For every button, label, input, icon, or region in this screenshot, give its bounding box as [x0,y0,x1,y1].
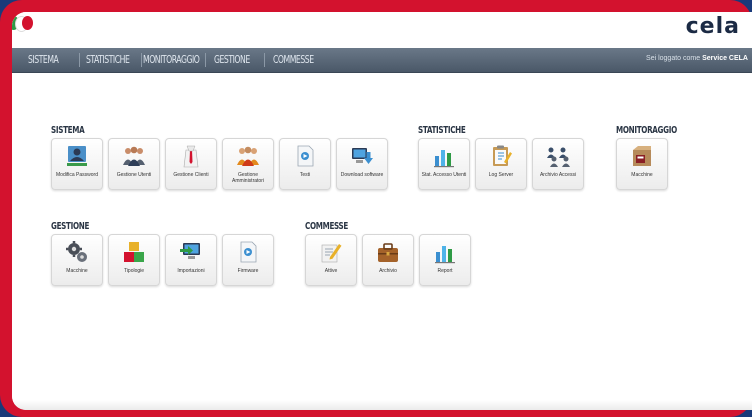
section-title-gestione: GESTIONE [51,221,90,232]
logged-user: Sei loggato come Service CELA [646,55,748,62]
text-document-icon [297,145,314,167]
tile-gestione-amministratori[interactable]: Gestione Amministratori [222,138,274,190]
tile-label: Firmware [237,268,259,274]
report-chart-icon [435,246,455,264]
logged-user-prefix: Sei loggato come [646,55,703,62]
tile-label: Importazioni [177,268,205,274]
section-title-commesse: COMMESSE [305,221,349,232]
main-navbar: SISTEMA STATISTICHE MONITORAGGIO GESTION… [12,48,752,73]
machine-box-icon [633,146,651,166]
tile-report[interactable]: Report [419,234,471,286]
nav-statistiche[interactable]: STATISTICHE [86,53,130,66]
admins-icon [237,146,259,166]
tile-firmware[interactable]: Firmware [222,234,274,286]
tile-label: Attive [324,268,338,274]
tile-label: Tipologie [123,268,145,274]
briefcase-icon [378,243,398,262]
top-header: cela [12,12,752,48]
logged-user-name: Service CELA [702,55,748,62]
app-screen: cela SISTEMA STATISTICHE MONITORAGGIO GE… [12,12,752,410]
nav-separator [79,53,80,67]
tile-gestione-clienti[interactable]: Gestione Clienti [165,138,217,190]
import-monitor-icon [180,243,200,259]
section-title-sistema: SISTEMA [51,125,85,136]
tile-testi[interactable]: Testi [279,138,331,190]
tile-log-server[interactable]: Log Server [475,138,527,190]
nav-commesse[interactable]: COMMESSE [273,53,314,66]
tile-tipologie[interactable]: Tipologie [108,234,160,286]
client-icon [183,145,199,168]
tile-archivio[interactable]: Archivio [362,234,414,286]
tile-label: Download software [340,172,384,178]
edit-pencil-icon [321,244,342,263]
tile-attive[interactable]: Attive [305,234,357,286]
tile-gestione-utenti[interactable]: Gestione Utenti [108,138,160,190]
dashboard-content: SISTEMA Modifica Password Gestione Utent… [12,73,752,410]
tile-label: Modifica Password [56,172,98,178]
tile-label: Archivio [379,268,397,274]
frame-side-tab [0,186,12,224]
tile-download-software[interactable]: Download software [336,138,388,190]
bottom-edge [12,400,752,410]
tile-label: Gestione Clienti [173,172,209,178]
flag-logo-icon [12,16,34,32]
tile-gestione-macchine[interactable]: Macchine [51,234,103,286]
users-group-icon [123,146,145,166]
tile-label: Report [437,268,453,274]
gears-icon [66,241,87,262]
tile-monitoraggio-macchine[interactable]: Macchine [616,138,668,190]
tile-archivio-accessi[interactable]: Archivio Accessi [532,138,584,190]
access-archive-icon [547,147,570,167]
tile-label: Gestione Amministratori [232,172,264,184]
nav-separator [264,53,265,67]
brand-logo-text: cela [685,14,740,39]
tile-stat-accesso-utenti[interactable]: Stat. Accesso Utenti [418,138,470,190]
nav-gestione[interactable]: GESTIONE [214,53,250,66]
tile-label: Macchine [66,268,88,274]
firmware-document-icon [240,241,257,263]
nav-separator [205,53,206,67]
nav-separator [141,53,142,67]
tile-importazioni[interactable]: Importazioni [165,234,217,286]
nav-monitoraggio[interactable]: MONITORAGGIO [143,53,200,66]
section-title-statistiche: STATISTICHE [418,125,466,136]
clipboard-log-icon [493,145,512,166]
tile-label: Stat. Accesso Utenti [421,172,467,178]
tile-label: Archivio Accessi [539,172,577,178]
tile-label: Log Server [488,172,514,178]
section-title-monitoraggio: MONITORAGGIO [616,125,677,136]
tile-label: Macchine [631,172,653,178]
tile-label: Gestione Utenti [116,172,152,178]
tile-modifica-password[interactable]: Modifica Password [51,138,103,190]
download-software-icon [352,148,373,164]
tile-label: Testi [299,172,311,178]
bar-chart-icon [434,150,454,168]
user-password-icon [67,146,87,166]
nav-sistema[interactable]: SISTEMA [28,53,59,66]
cubes-icon [124,242,144,262]
brand-logo: cela [686,14,740,39]
